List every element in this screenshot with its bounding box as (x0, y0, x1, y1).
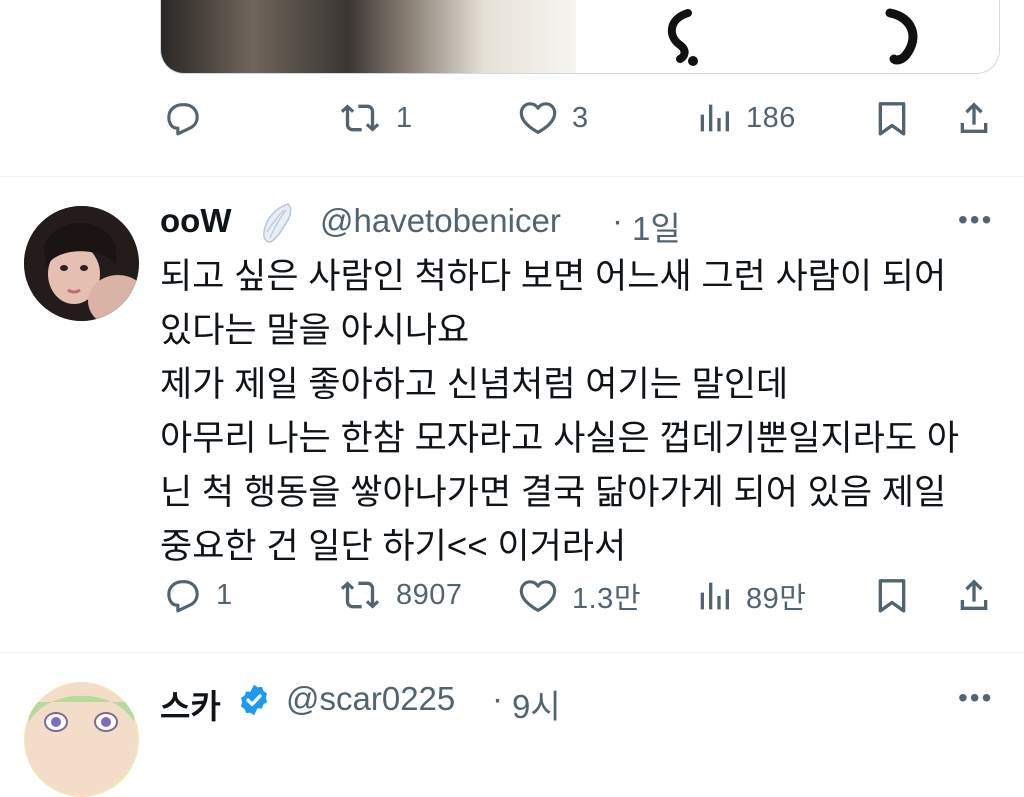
tweet-media-card[interactable] (160, 0, 1000, 74)
like-icon (519, 102, 557, 134)
display-name[interactable]: ooW (160, 202, 231, 240)
avatar[interactable] (24, 206, 139, 321)
retweet-button[interactable]: 8907 (336, 575, 463, 615)
like-icon (519, 580, 557, 612)
like-count: 3 (572, 101, 589, 134)
separator-dot: · (612, 202, 623, 239)
bookmark-icon (878, 102, 906, 136)
avatar[interactable] (24, 682, 139, 797)
retweet-icon (340, 104, 380, 132)
retweet-button[interactable]: 1 (336, 98, 413, 138)
tweet-divider (0, 176, 1024, 177)
bookmark-button[interactable] (872, 98, 912, 138)
share-button[interactable] (954, 575, 994, 615)
reply-icon (167, 103, 199, 136)
reply-button[interactable] (162, 98, 216, 138)
retweet-count: 8907 (396, 578, 463, 611)
separator-dot: · (492, 680, 503, 717)
views-icon (700, 582, 729, 610)
reply-icon (167, 580, 199, 613)
bookmark-button[interactable] (872, 575, 912, 615)
retweet-count: 1 (396, 101, 413, 134)
timestamp[interactable]: 1일 (632, 202, 681, 250)
media-photo[interactable] (161, 0, 576, 73)
media-drawing[interactable] (576, 0, 999, 73)
display-name[interactable]: 스카 (160, 680, 221, 728)
like-button[interactable]: 3 (516, 98, 589, 138)
verified-badge-icon (240, 684, 268, 716)
angel-wing-icon (263, 203, 292, 243)
user-handle[interactable]: @havetobenicer (320, 202, 561, 240)
like-count: 1.3만 (572, 583, 641, 615)
views-button[interactable]: 89만 (694, 575, 806, 617)
share-button[interactable] (954, 98, 994, 138)
reply-count: 1 (216, 578, 233, 611)
user-handle[interactable]: @scar0225 (286, 680, 455, 718)
tweet-divider (0, 652, 1024, 653)
more-icon[interactable]: ••• (958, 204, 993, 236)
views-button[interactable]: 186 (694, 98, 796, 138)
bookmark-icon (878, 579, 906, 613)
timestamp[interactable]: 9시 (512, 680, 561, 728)
more-icon[interactable]: ••• (958, 682, 993, 714)
views-icon (700, 104, 729, 132)
reply-button[interactable]: 1 (162, 575, 233, 615)
tweet-text: 되고 싶은 사람인 척하다 보면 어느새 그런 사람이 되어 있다는 말을 아시… (160, 257, 959, 566)
share-icon (960, 102, 988, 133)
views-count: 89만 (746, 583, 807, 615)
share-icon (960, 579, 988, 610)
like-button[interactable]: 1.3만 (516, 575, 641, 617)
retweet-icon (340, 581, 380, 609)
views-count: 186 (746, 101, 796, 134)
